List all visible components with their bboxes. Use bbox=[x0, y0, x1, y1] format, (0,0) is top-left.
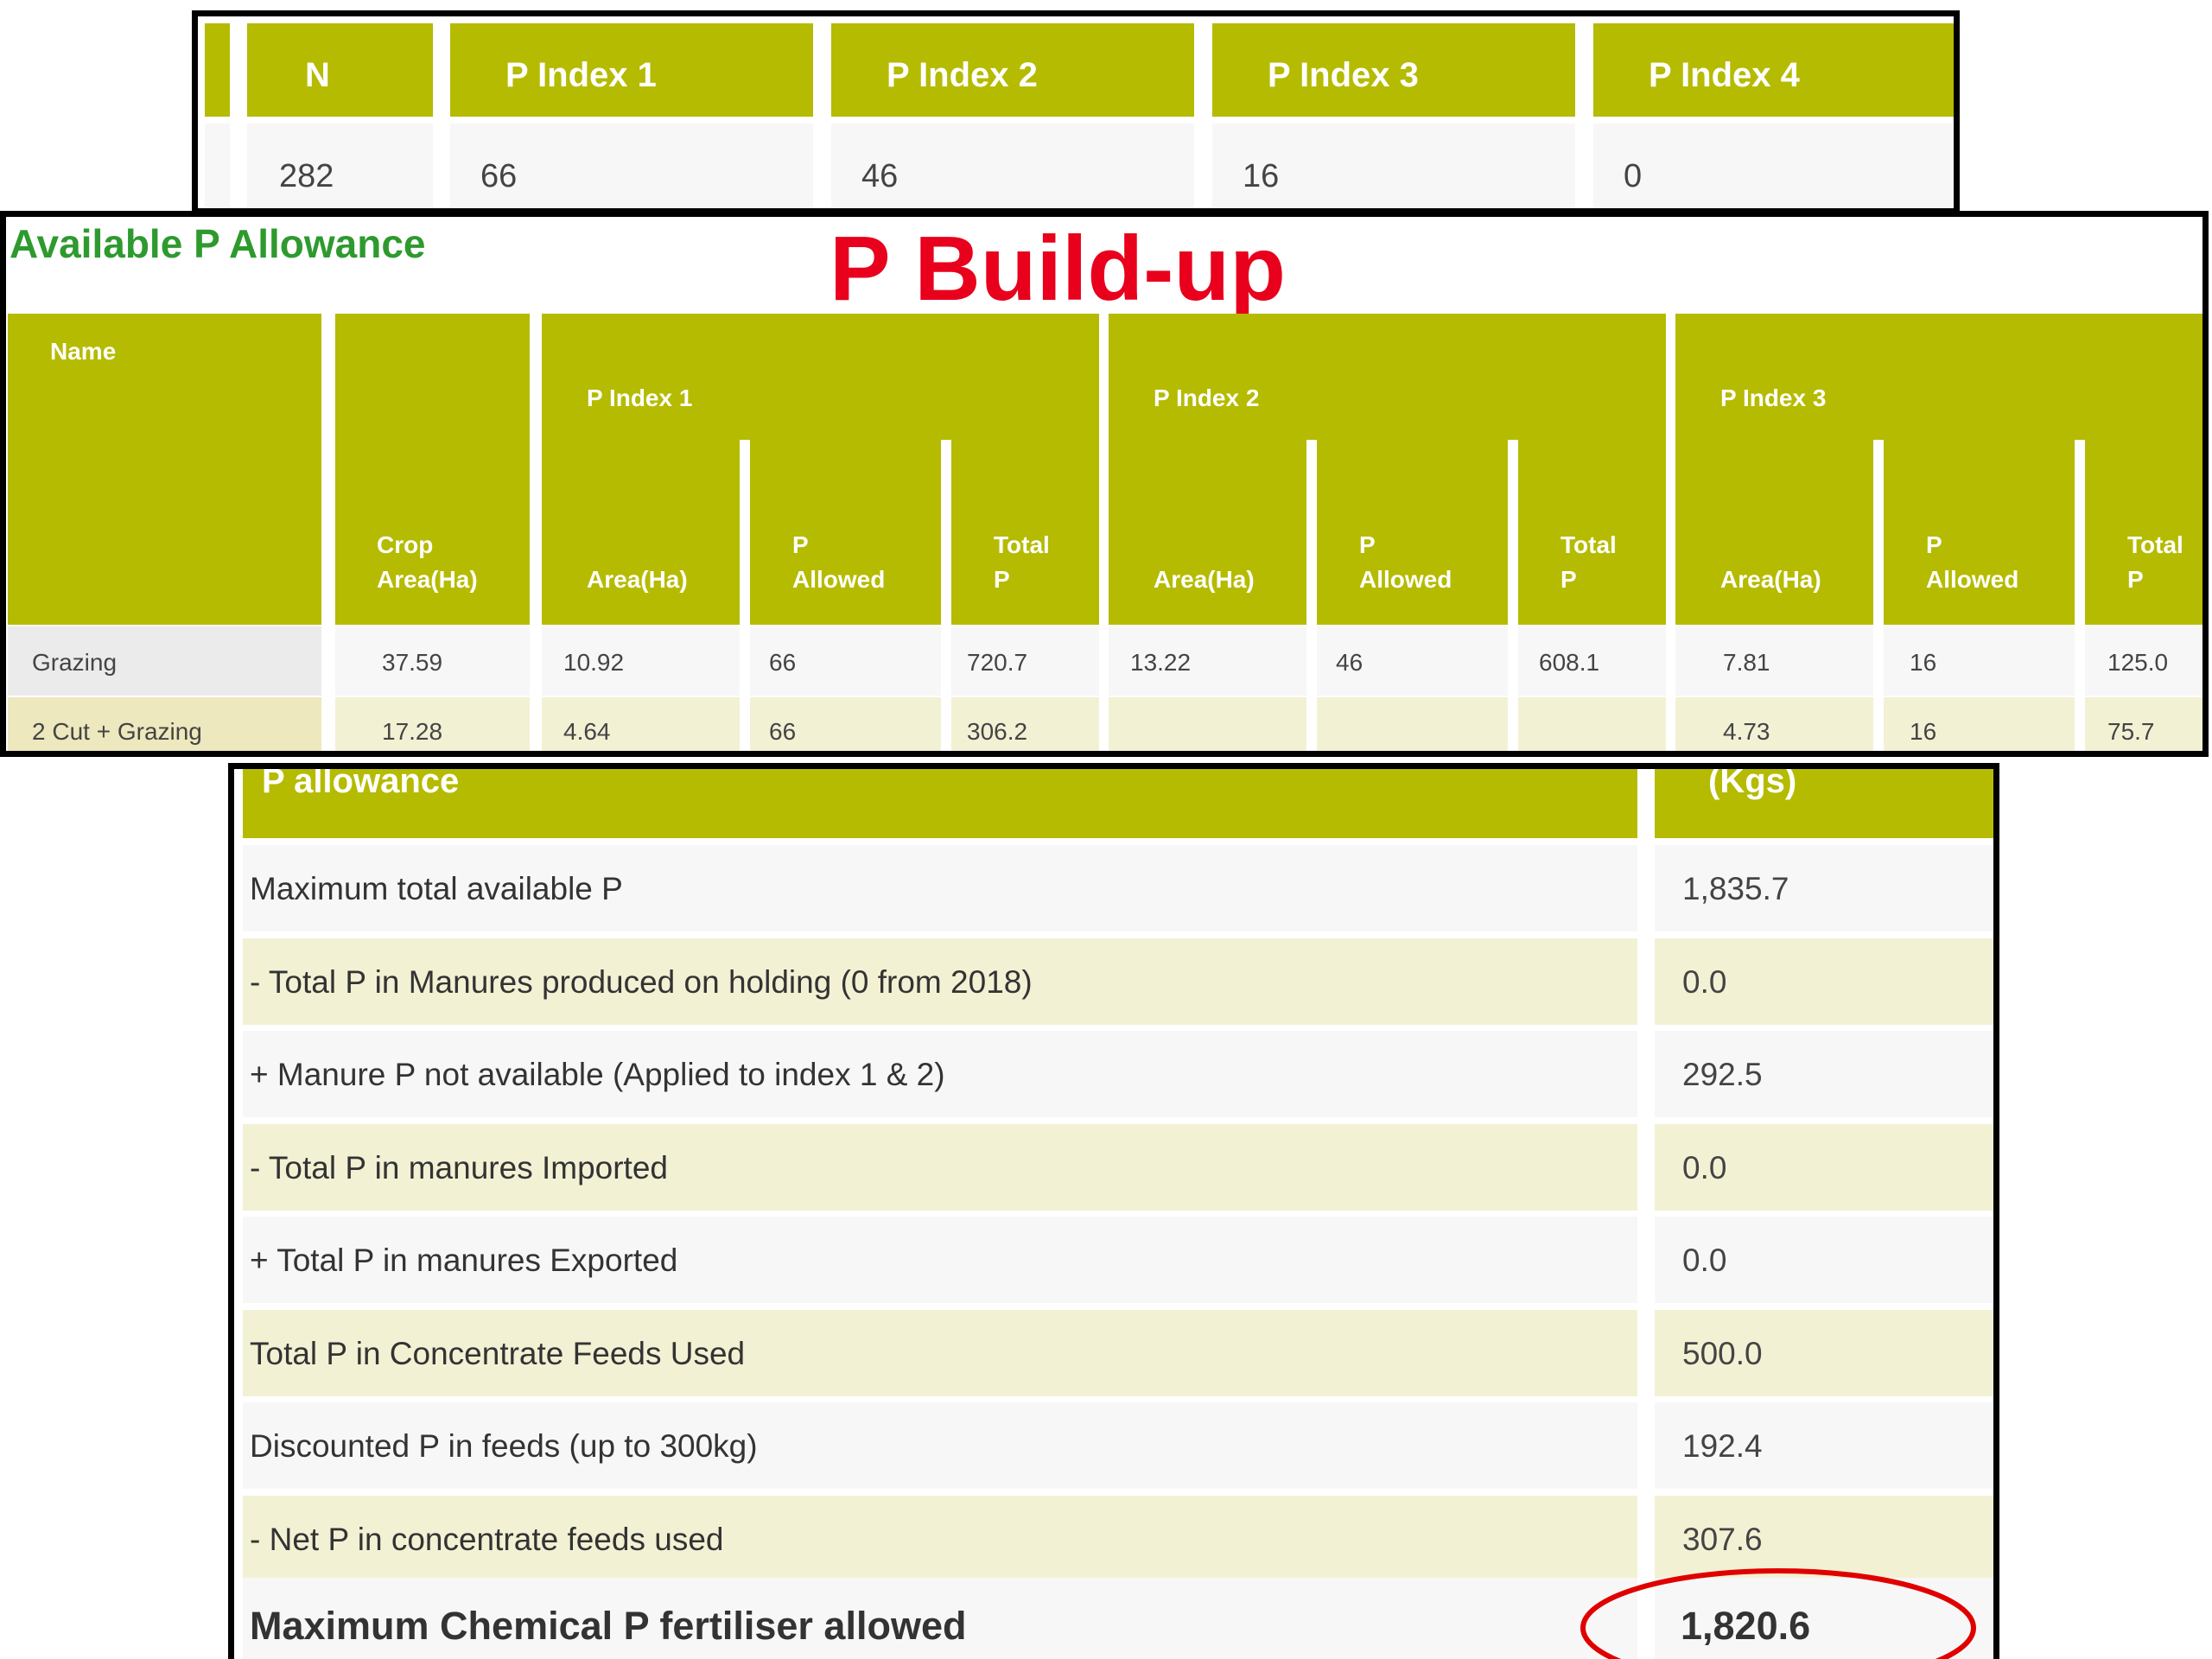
summary-row-label: Discounted P in feeds (up to 300kg) bbox=[250, 1428, 758, 1464]
header-p-index-4: P Index 4 bbox=[1593, 23, 1954, 117]
summary-row-label: - Total P in manures Imported bbox=[250, 1149, 668, 1185]
summary-row-label: + Manure P not available (Applied to ind… bbox=[250, 1057, 945, 1092]
summary-row-value-cell: 192.4 bbox=[1655, 1402, 1993, 1489]
sub-column-divider bbox=[1306, 440, 1317, 626]
sub-column-divider bbox=[2075, 440, 2085, 626]
summary-row-label: Total P in Concentrate Feeds Used bbox=[250, 1335, 746, 1371]
summary-row-value: 192.4 bbox=[1682, 1428, 1763, 1464]
row-i1-allowed-cell: 66 bbox=[750, 626, 941, 696]
row-i1-area-cell: 4.64 bbox=[542, 697, 740, 751]
row-i3-area-cell: 7.81 bbox=[1675, 626, 1873, 696]
p-build-up-title: P Build-up bbox=[830, 218, 1286, 320]
available-p-allowance-table: Available P Allowance P Build-up Name Cr… bbox=[0, 211, 2209, 757]
row-i3-allowed-cell: 16 bbox=[1884, 626, 2075, 696]
summary-row-value-cell: 292.5 bbox=[1655, 1031, 1993, 1117]
summary-row-value: 0.0 bbox=[1682, 963, 1727, 1000]
row-i2-allowed-cell bbox=[1317, 697, 1508, 751]
row-i1-allowed-cell: 66 bbox=[750, 697, 941, 751]
row-i3-allowed-cell: 16 bbox=[1884, 697, 2075, 751]
value-stub bbox=[205, 124, 230, 208]
summary-row-label-cell: Maximum total available P bbox=[243, 845, 1637, 931]
summary-header-label: P allowance bbox=[243, 769, 1637, 838]
value-p-index-1: 66 bbox=[450, 124, 813, 208]
highlight-ellipse bbox=[1580, 1568, 1976, 1659]
summary-row-value: 1,835.7 bbox=[1682, 871, 1789, 906]
summary-row-value-cell: 500.0 bbox=[1655, 1309, 1993, 1396]
sub-column-divider bbox=[740, 440, 750, 626]
summary-row-value-cell: 0.0 bbox=[1655, 938, 1993, 1025]
summary-row-label: - Net P in concentrate feeds used bbox=[250, 1521, 724, 1557]
summary-row-label-cell: + Manure P not available (Applied to ind… bbox=[243, 1031, 1637, 1117]
summary-row-label-cell: - Total P in Manures produced on holding… bbox=[243, 938, 1637, 1025]
row-i3-total-cell: 125.0 bbox=[2085, 626, 2202, 696]
group-p-index-3-header: P Index 3 Area(Ha) P Allowed Total P bbox=[1675, 314, 2202, 625]
summary-row-value: 292.5 bbox=[1682, 1057, 1763, 1092]
group-p-index-1-header: P Index 1 Area(Ha) P Allowed Total P bbox=[542, 314, 1099, 625]
summary-row-value-cell: 0.0 bbox=[1655, 1217, 1993, 1303]
value-p-index-3: 16 bbox=[1212, 124, 1575, 208]
row-i2-allowed-cell: 46 bbox=[1317, 626, 1508, 696]
final-row-label-cell: Maximum Chemical P fertiliser allowed bbox=[243, 1578, 1637, 1659]
value-p-index-2: 46 bbox=[831, 124, 1194, 208]
row-i2-total-cell bbox=[1518, 697, 1666, 751]
sub-column-divider bbox=[1873, 440, 1884, 626]
summary-row-value-cell: 0.0 bbox=[1655, 1123, 1993, 1211]
row-name-cell: Grazing bbox=[8, 626, 321, 696]
summary-row-label: Maximum total available P bbox=[250, 871, 623, 906]
header-n: N bbox=[247, 23, 433, 117]
row-i1-total-cell: 720.7 bbox=[951, 626, 1099, 696]
summary-row-label: - Total P in Manures produced on holding… bbox=[250, 963, 1033, 1000]
summary-row-label: + Total P in manures Exported bbox=[250, 1243, 678, 1278]
row-i2-area-cell: 13.22 bbox=[1109, 626, 1306, 696]
row-i1-total-cell: 306.2 bbox=[951, 697, 1099, 751]
col-crop-area-header: Crop Area(Ha) bbox=[335, 314, 530, 625]
summary-row-label-cell: + Total P in manures Exported bbox=[243, 1217, 1637, 1303]
sub-column-divider bbox=[1508, 440, 1518, 626]
header-p-index-1: P Index 1 bbox=[450, 23, 813, 117]
row-i3-area-cell: 4.73 bbox=[1675, 697, 1873, 751]
summary-header-unit: (Kgs) bbox=[1655, 769, 1993, 838]
section-title: Available P Allowance bbox=[10, 221, 426, 266]
p-allowance-summary-table: P allowance (Kgs) Maximum total availabl… bbox=[228, 763, 1999, 1659]
header-p-index-2: P Index 2 bbox=[831, 23, 1194, 117]
summary-row-value-cell: 1,835.7 bbox=[1655, 845, 1993, 931]
row-i3-total-cell: 75.7 bbox=[2085, 697, 2202, 751]
header-stub bbox=[205, 23, 230, 117]
header-p-index-3: P Index 3 bbox=[1212, 23, 1575, 117]
group-p-index-2-header: P Index 2 Area(Ha) P Allowed Total P bbox=[1109, 314, 1666, 625]
row-crop-area-cell: 37.59 bbox=[335, 626, 530, 696]
row-crop-area-cell: 17.28 bbox=[335, 697, 530, 751]
p-index-count-table: N P Index 1 P Index 2 P Index 3 P Index … bbox=[192, 10, 1960, 214]
row-i1-area-cell: 10.92 bbox=[542, 626, 740, 696]
row-i2-area-cell bbox=[1109, 697, 1306, 751]
summary-row-value: 0.0 bbox=[1682, 1243, 1727, 1278]
row-name-cell: 2 Cut + Grazing bbox=[8, 697, 321, 751]
col-name-header: Name bbox=[8, 314, 321, 625]
sub-column-divider bbox=[941, 440, 951, 626]
summary-row-label-cell: Discounted P in feeds (up to 300kg) bbox=[243, 1402, 1637, 1489]
value-p-index-4: 0 bbox=[1593, 124, 1954, 208]
summary-row-value: 500.0 bbox=[1682, 1335, 1763, 1371]
row-i2-total-cell: 608.1 bbox=[1518, 626, 1666, 696]
value-n: 282 bbox=[247, 124, 433, 208]
summary-row-value: 307.6 bbox=[1682, 1521, 1763, 1557]
summary-row-label-cell: - Total P in manures Imported bbox=[243, 1123, 1637, 1211]
summary-row-label-cell: - Net P in concentrate feeds used bbox=[243, 1495, 1637, 1582]
summary-row-value: 0.0 bbox=[1682, 1149, 1727, 1185]
summary-row-label-cell: Total P in Concentrate Feeds Used bbox=[243, 1309, 1637, 1396]
